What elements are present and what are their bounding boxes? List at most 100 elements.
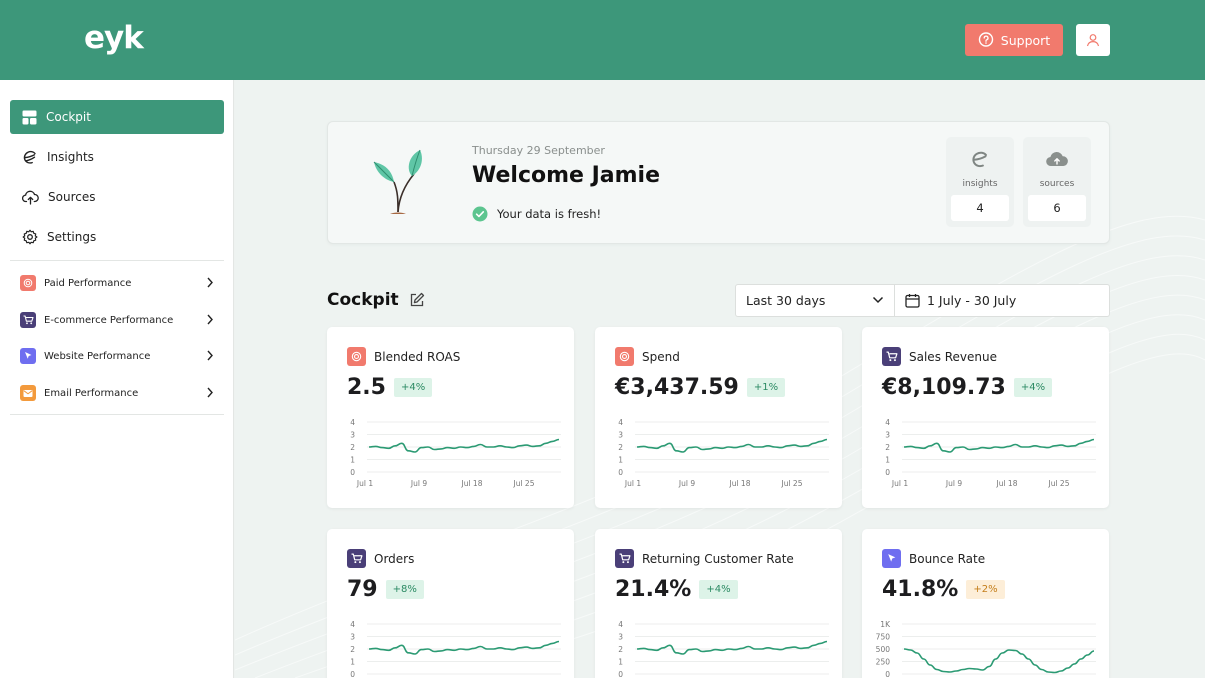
sidebar-item-email-performance[interactable]: Email Performance	[10, 378, 224, 408]
check-circle-icon	[472, 206, 488, 222]
dashboard-icon	[22, 110, 37, 124]
gear-icon	[22, 229, 38, 245]
chart-y-tick-label: 2	[350, 645, 355, 654]
chart-y-tick-label: 0	[350, 468, 355, 477]
chart-y-tick-label: 1	[350, 658, 355, 667]
sidebar-item-insights[interactable]: Insights	[10, 140, 224, 174]
metric-card[interactable]: Sales Revenue €8,109.73 +4% 0 1 2 3 4 Jul 1 Jul 9…	[862, 327, 1109, 508]
chart-y-tick-label: 250	[876, 658, 890, 667]
sidebar-item-website-performance[interactable]: Website Performance	[10, 341, 224, 371]
date-range-select[interactable]: Last 30 days	[735, 284, 895, 317]
chart-y-tick-label: 750	[876, 633, 890, 642]
chart-series-line	[636, 640, 828, 655]
metric-card[interactable]: Spend €3,437.59 +1% 0 1 2 3 4 Jul 1 Jul 9 Jul 18 Ju…	[595, 327, 842, 508]
metric-card-header: Orders	[347, 549, 414, 568]
cart-icon	[20, 312, 36, 328]
chart-series-line	[903, 648, 1095, 674]
chart-x-tick-label: Jul 18	[461, 479, 483, 488]
metric-card-header: Bounce Rate	[882, 549, 985, 568]
sidebar-item-ecommerce-performance[interactable]: E-commerce Performance	[10, 305, 224, 335]
metric-sparkline-chart: 0 1 2 3 4	[350, 620, 561, 678]
sidebar-item-cockpit[interactable]: Cockpit	[10, 100, 224, 134]
metric-delta-badge: +4%	[393, 378, 433, 397]
metric-delta-badge: +2%	[966, 580, 1005, 599]
mail-icon	[20, 385, 36, 401]
chart-y-tick-label: 0	[885, 670, 890, 678]
metric-value: 79	[347, 577, 378, 602]
calendar-icon	[905, 294, 920, 308]
data-status-text: Your data is fresh!	[497, 207, 602, 221]
chevron-right-icon	[207, 387, 213, 398]
sources-stat[interactable]: sources 6	[1023, 137, 1091, 227]
main-content: Thursday 29 September Welcome Jamie Your…	[235, 80, 1205, 678]
eyk-logo[interactable]: eyk	[84, 20, 144, 56]
metric-value-row: 41.8% +2%	[882, 577, 1005, 602]
date-picker[interactable]: 1 July - 30 July	[895, 284, 1110, 317]
sidebar-divider	[10, 414, 224, 415]
chart-x-tick-label: Jul 18	[729, 479, 751, 488]
chart-y-tick-label: 3	[350, 431, 355, 440]
chevron-right-icon	[207, 314, 213, 325]
chart-x-tick-label: Jul 9	[678, 479, 695, 488]
insights-stat-label: insights	[962, 179, 998, 189]
support-button[interactable]: Support	[965, 24, 1063, 56]
metric-delta-badge: +8%	[385, 580, 424, 599]
metric-card-header: Spend	[615, 347, 680, 366]
metric-sparkline-chart: 0 1 2 3 4 Jul 1 Jul 9 Jul 18 Jul 25	[350, 418, 561, 488]
metric-sparkline-chart: 0 250 500 750 1K	[876, 620, 1096, 678]
chart-y-tick-label: 2	[618, 645, 623, 654]
metric-value: €8,109.73	[882, 375, 1006, 400]
chevron-right-icon	[207, 277, 213, 288]
chart-y-tick-label: 4	[885, 418, 890, 427]
cursor-icon	[882, 549, 901, 568]
chevron-down-icon	[872, 296, 884, 304]
sidebar-divider	[10, 260, 224, 261]
sidebar-item-label: Cockpit	[46, 110, 91, 124]
metric-card[interactable]: Bounce Rate 41.8% +2% 0 250 500 750 1K	[862, 529, 1109, 678]
target-icon	[615, 347, 634, 366]
sidebar-item-paid-performance[interactable]: Paid Performance	[10, 268, 224, 298]
cloud-icon	[1046, 151, 1068, 167]
metric-sparkline-chart: 0 1 2 3 4 Jul 1 Jul 9 Jul 18 Jul 25	[618, 418, 829, 488]
eyk-icon	[972, 151, 987, 168]
welcome-card: Thursday 29 September Welcome Jamie Your…	[327, 121, 1110, 244]
date-picker-value: 1 July - 30 July	[927, 293, 1017, 308]
support-label: Support	[1000, 32, 1051, 48]
sidebar: Cockpit Insights Sources Settings Paid P…	[0, 80, 234, 678]
metric-value-row: 21.4% +4%	[615, 577, 738, 602]
metric-sparkline-chart: 0 1 2 3 4	[618, 620, 829, 678]
chart-y-tick-label: 0	[618, 468, 623, 477]
metric-value-row: €3,437.59 +1%	[615, 375, 786, 400]
metric-card[interactable]: Orders 79 +8% 0 1 2 3 4	[327, 529, 574, 678]
chart-y-tick-label: 1	[618, 456, 623, 465]
chart-x-tick-label: Jul 1	[356, 479, 373, 488]
metric-card[interactable]: Blended ROAS 2.5 +4% 0 1 2 3 4 Jul 1 Jul 9 Jul 18 J…	[327, 327, 574, 508]
chart-series-line	[903, 438, 1095, 453]
chart-y-tick-label: 3	[350, 633, 355, 642]
target-icon	[347, 347, 366, 366]
metric-title: Returning Customer Rate	[642, 551, 794, 566]
data-status: Your data is fresh!	[472, 206, 601, 222]
sidebar-item-sources[interactable]: Sources	[10, 180, 224, 214]
chart-y-tick-label: 2	[885, 443, 890, 452]
sidebar-item-settings[interactable]: Settings	[10, 220, 224, 254]
sidebar-item-label: E-commerce Performance	[44, 314, 174, 326]
chart-y-tick-label: 0	[885, 468, 890, 477]
insights-stat[interactable]: insights 4	[946, 137, 1014, 227]
chart-x-tick-label: Jul 9	[410, 479, 427, 488]
sidebar-item-label: Paid Performance	[44, 277, 132, 289]
page-title: Cockpit	[327, 290, 399, 310]
top-bar: eyk Support	[0, 0, 1205, 80]
chart-y-tick-label: 4	[350, 620, 355, 629]
cart-icon	[882, 347, 901, 366]
welcome-date: Thursday 29 September	[472, 144, 605, 157]
user-menu-button[interactable]	[1076, 24, 1110, 56]
plant-illustration	[373, 149, 422, 214]
chevron-right-icon	[207, 350, 213, 361]
edit-icon[interactable]	[409, 292, 425, 308]
metric-card[interactable]: Returning Customer Rate 21.4% +4% 0 1 2 3 4	[595, 529, 842, 678]
chart-series-line	[368, 640, 560, 655]
metric-title: Bounce Rate	[909, 551, 986, 566]
metric-delta-badge: +4%	[1013, 378, 1053, 397]
cursor-icon	[20, 348, 36, 364]
